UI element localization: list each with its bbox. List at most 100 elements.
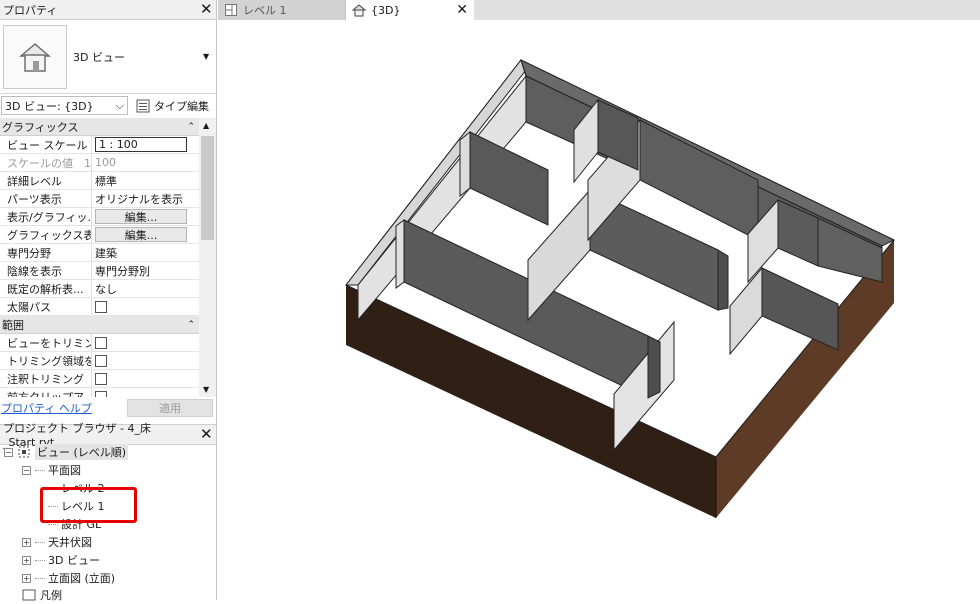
interior-wall (647, 335, 661, 399)
tree-ceiling-label: 天井伏図 (48, 536, 92, 549)
vg-edit-button[interactable]: 編集... (95, 209, 187, 224)
property-row: 前方クリップア... (0, 388, 199, 397)
tab-label: レベル 1 (243, 4, 287, 17)
property-value: 100 (95, 156, 116, 169)
tree-root[interactable]: − ビュー (レベル順) (4, 443, 129, 461)
tree-floor-plans-label: 平面図 (48, 464, 81, 477)
views-icon (18, 446, 30, 458)
properties-grid: グラフィックス ⌃ ビュー スケール 1 : 100 スケールの値 1: 100… (0, 118, 199, 397)
property-row: 太陽パス (0, 298, 199, 316)
edit-type-label: タイプ編集 (154, 99, 209, 113)
tab-level-1[interactable]: レベル 1 (218, 0, 346, 20)
house-icon (352, 4, 366, 17)
expand-toggle-icon[interactable]: + (22, 537, 31, 547)
view-scale-input[interactable]: 1 : 100 (95, 137, 187, 152)
tree-legends-label: 凡例 (40, 589, 62, 602)
instance-select-value: 3D ビュー: {3D} (5, 99, 94, 113)
floor-plan-icon (225, 4, 237, 16)
property-value[interactable]: 標準 (92, 172, 199, 189)
collapse-icon[interactable]: ⌃ (187, 320, 195, 330)
group-name: グラフィックス (2, 120, 79, 134)
edit-type-icon (136, 99, 150, 112)
property-row: 注釈トリミング (0, 370, 199, 388)
property-value[interactable]: オリジナルを表示 (92, 190, 199, 207)
property-label: パーツ表示 (0, 190, 92, 207)
project-browser-titlebar: プロジェクト ブラウザ - 4_床_Start.rvt ✕ (0, 422, 216, 449)
legend-icon (22, 589, 36, 601)
properties-help-link[interactable]: プロパティ ヘルプ (1, 400, 92, 416)
expand-toggle-icon[interactable]: + (22, 555, 31, 565)
crop-view-checkbox[interactable] (95, 336, 107, 349)
view-tabbar: レベル 1 {3D} ✕ (218, 0, 980, 20)
group-header-graphics[interactable]: グラフィックス ⌃ (0, 118, 199, 136)
tree-3d-label: 3D ビュー (48, 554, 100, 567)
tree-connector (35, 577, 45, 579)
property-label: 詳細レベル (0, 172, 92, 189)
scroll-thumb[interactable] (201, 136, 214, 240)
scroll-down-icon[interactable]: ▼ (203, 385, 209, 394)
properties-scrollbar[interactable]: ▲ ▼ (199, 118, 216, 397)
highlight-annotation-box (40, 487, 137, 523)
annotation-crop-checkbox[interactable] (95, 372, 107, 385)
properties-footer: プロパティ ヘルプ 適用 (0, 397, 216, 419)
property-value[interactable]: 建築 (92, 244, 199, 261)
close-icon[interactable]: ✕ (200, 427, 213, 442)
property-label: ビューをトリミング (0, 334, 92, 351)
group-header-extents[interactable]: 範囲 ⌃ (0, 316, 199, 334)
tree-floor-plans[interactable]: − 平面図 (22, 461, 81, 479)
close-icon[interactable]: ✕ (456, 2, 468, 18)
tree-legends[interactable]: 凡例 (22, 586, 62, 604)
sun-path-checkbox[interactable] (95, 300, 107, 313)
expand-toggle-icon[interactable]: + (22, 573, 31, 583)
property-row: ビュー スケール 1 : 100 (0, 136, 199, 154)
instance-select[interactable]: 3D ビュー: {3D} ⌵ (1, 96, 128, 115)
edit-type-button[interactable]: タイプ編集 (136, 98, 209, 114)
house-icon (3, 24, 67, 89)
property-row: 詳細レベル 標準 (0, 172, 199, 190)
dropdown-arrow-icon[interactable]: ▼ (203, 52, 213, 61)
interior-wall (395, 219, 405, 289)
type-name: 3D ビュー (73, 50, 125, 64)
tree-connector (35, 469, 45, 471)
tree-3d-views[interactable]: + 3D ビュー (22, 551, 100, 569)
collapse-toggle-icon[interactable]: − (22, 465, 31, 475)
chevron-down-icon: ⌵ (115, 98, 124, 112)
property-row: トリミング領域を... (0, 352, 199, 370)
property-label: ビュー スケール (0, 136, 92, 153)
interior-wall (717, 249, 729, 311)
property-row: 表示/グラフィッ... 編集... (0, 208, 199, 226)
building-model[interactable] (218, 20, 980, 600)
tab-label: {3D} (371, 3, 401, 17)
tree-root-label: ビュー (レベル順) (35, 444, 129, 460)
scroll-up-icon[interactable]: ▲ (203, 121, 209, 130)
tree-elevations-label: 立面図 (立面) (48, 572, 116, 585)
graphics-edit-button[interactable]: 編集... (95, 227, 187, 242)
close-icon[interactable]: ✕ (200, 2, 213, 17)
tree-connector (35, 541, 45, 543)
crop-region-visible-checkbox[interactable] (95, 354, 107, 367)
property-row: 既定の解析表... なし (0, 280, 199, 298)
property-label: 前方クリップア... (0, 388, 92, 397)
property-label: 専門分野 (0, 244, 92, 261)
type-selector[interactable]: 3D ビュー ▼ (0, 20, 216, 94)
tab-3d[interactable]: {3D} ✕ (346, 0, 474, 20)
property-row: 陰線を表示 専門分野別 (0, 262, 199, 280)
instance-row: 3D ビュー: {3D} ⌵ タイプ編集 (0, 95, 216, 116)
property-value[interactable]: 専門分野別 (92, 262, 199, 279)
property-row: パーツ表示 オリジナルを表示 (0, 190, 199, 208)
tree-connector (48, 523, 58, 525)
property-row: スケールの値 1: 100 (0, 154, 199, 172)
property-value[interactable]: なし (92, 280, 199, 297)
3d-viewport[interactable] (218, 20, 980, 600)
property-label: 陰線を表示 (0, 262, 92, 279)
collapse-icon[interactable]: ⌃ (187, 122, 195, 132)
properties-titlebar: プロパティ ✕ (0, 0, 216, 20)
property-row: グラフィックス表... 編集... (0, 226, 199, 244)
tree-connector (35, 559, 45, 561)
property-label: 太陽パス (0, 298, 92, 315)
property-label: 既定の解析表... (0, 280, 92, 297)
collapse-toggle-icon[interactable]: − (4, 447, 13, 457)
tree-ceiling-plans[interactable]: + 天井伏図 (22, 533, 92, 551)
apply-button[interactable]: 適用 (127, 399, 213, 417)
tree-elevations[interactable]: + 立面図 (立面) (22, 569, 115, 587)
